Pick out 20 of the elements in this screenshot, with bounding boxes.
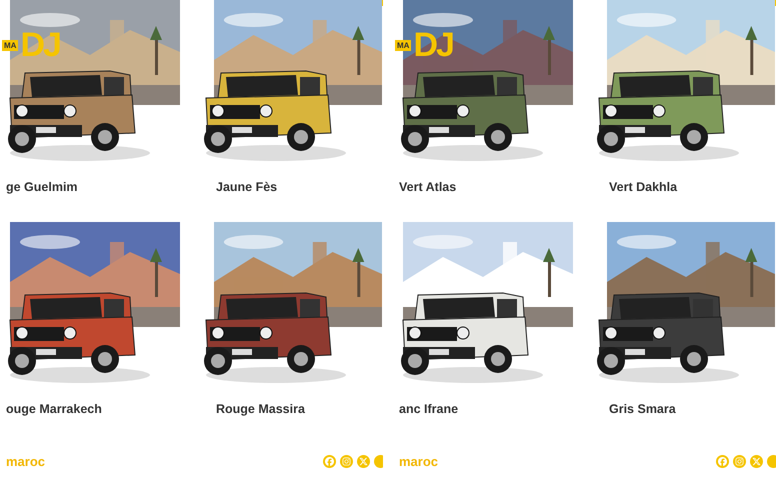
color-name: anc Ifrane [399, 402, 458, 416]
brand-name: maroc [6, 454, 46, 469]
facebook-icon[interactable] [716, 455, 729, 468]
color-name: Rouge Massira [216, 402, 305, 416]
logo: DJ [20, 28, 60, 62]
color-name: Vert Dakhla [609, 180, 678, 194]
color-name: Jaune Fès [216, 180, 278, 194]
logo: DJ [413, 28, 453, 62]
instagram-icon[interactable] [733, 455, 746, 468]
logo-subtext: MA [395, 40, 412, 50]
logo-subtext: MA [2, 40, 18, 50]
x-icon[interactable] [357, 455, 370, 468]
color-name: Vert Atlas [399, 180, 456, 194]
x-icon[interactable] [750, 455, 763, 468]
color-name: ouge Marrakech [6, 402, 102, 416]
color-name: ge Guelmim [6, 180, 78, 194]
instagram-icon[interactable] [340, 455, 353, 468]
facebook-icon[interactable] [323, 455, 336, 468]
brand-name: maroc [399, 454, 438, 469]
color-name: Gris Smara [609, 402, 676, 416]
